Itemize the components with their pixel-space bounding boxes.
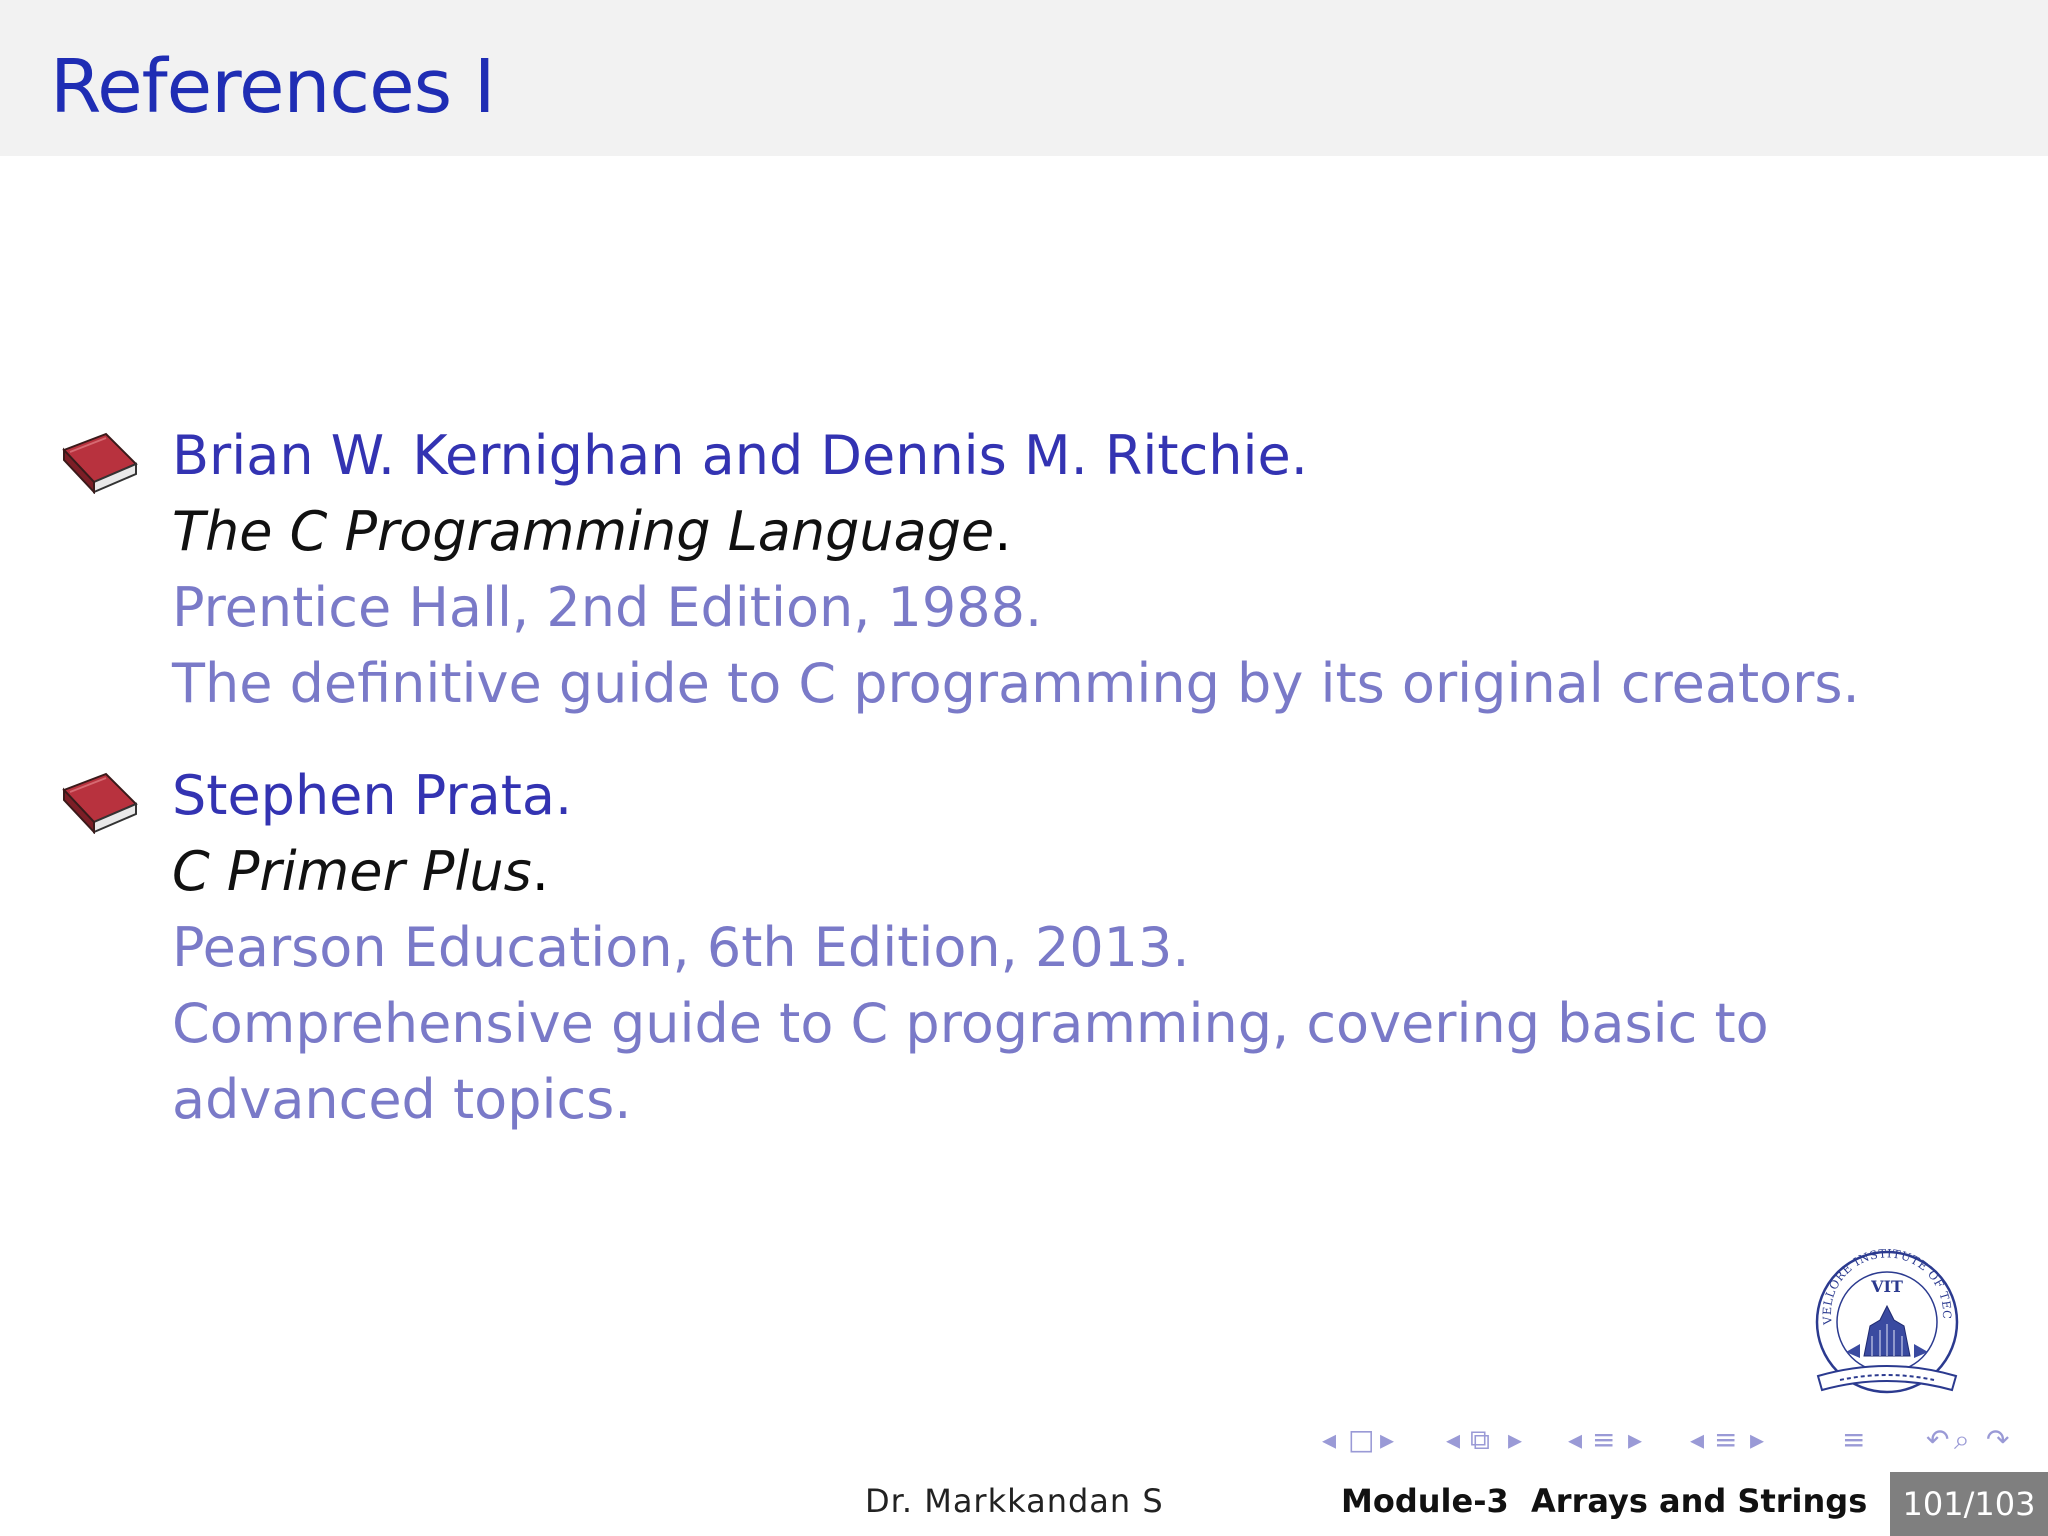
subsection-nav-icon[interactable]: ⧉ <box>1470 1422 1490 1458</box>
nav-right-arrow-icon[interactable]: ▸ <box>1750 1422 1764 1458</box>
nav-left-arrow-icon[interactable]: ◂ <box>1446 1422 1460 1458</box>
nav-right-arrow-icon[interactable]: ▸ <box>1380 1422 1394 1458</box>
forward-icon[interactable]: ↷ <box>1986 1422 2009 1458</box>
book-icon <box>62 432 138 494</box>
reference-work-title: C Primer Plus <box>172 840 532 903</box>
nav-left-arrow-icon[interactable]: ◂ <box>1690 1422 1704 1458</box>
footer-author: Dr. Markkandan S <box>865 1482 1164 1520</box>
nav-left-arrow-icon[interactable]: ◂ <box>1568 1422 1582 1458</box>
frame-title-bar: References I <box>0 0 2048 156</box>
reference-entry: Stephen Prata. C Primer Plus. Pearson Ed… <box>172 758 1992 1138</box>
appendix-nav-icon[interactable]: ≡ <box>1842 1422 1865 1458</box>
section-nav-icon[interactable]: ≡ <box>1592 1422 1615 1458</box>
footer-module: Module-3 Arrays and Strings <box>1341 1482 1867 1520</box>
reference-entry: Brian W. Kernighan and Dennis M. Ritchie… <box>172 418 1992 722</box>
reference-publisher: Pearson Education, 6th Edition, 2013. <box>172 916 1190 979</box>
footer-module-number: Module-3 <box>1341 1482 1509 1520</box>
search-icon[interactable]: ⌕ <box>1954 1422 1970 1458</box>
reference-work-suffix: . <box>994 500 1012 563</box>
reference-author: Stephen Prata. <box>172 764 573 827</box>
logo-center-text: VIT <box>1870 1277 1903 1296</box>
nav-right-arrow-icon[interactable]: ▸ <box>1508 1422 1522 1458</box>
footer-topic: Arrays and Strings <box>1531 1482 1868 1520</box>
page-number-badge: 101/103 <box>1890 1472 2048 1536</box>
page-title: References I <box>50 44 496 130</box>
book-icon <box>62 772 138 834</box>
presentation-nav-icon[interactable]: ≡ <box>1714 1422 1737 1458</box>
vit-seal-logo: VELLORE INSTITUTE OF TECHNOLOGY VIT <box>1810 1244 1959 1394</box>
reference-author: Brian W. Kernighan and Dennis M. Ritchie… <box>172 424 1308 487</box>
nav-right-arrow-icon[interactable]: ▸ <box>1628 1422 1642 1458</box>
reference-note: The definitive guide to C programming by… <box>172 652 1860 715</box>
frame-nav-icon[interactable]: □ <box>1348 1422 1374 1458</box>
nav-left-arrow-icon[interactable]: ◂ <box>1322 1422 1336 1458</box>
reference-work-line: The C Programming Language. <box>172 494 1992 570</box>
reference-work-line: C Primer Plus. <box>172 834 1992 910</box>
footer: Dr. Markkandan S Module-3 Arrays and Str… <box>0 1472 2048 1536</box>
reference-note: Comprehensive guide to C programming, co… <box>172 992 1769 1131</box>
beamer-navigation: ◂ □ ▸ ◂ ⧉ ▸ ◂ ≡ ▸ ◂ ≡ ▸ ≡ ↶ ⌕ ↷ <box>1322 1422 2038 1458</box>
reference-work-suffix: . <box>531 840 549 903</box>
back-icon[interactable]: ↶ <box>1926 1422 1949 1458</box>
reference-publisher: Prentice Hall, 2nd Edition, 1988. <box>172 576 1043 639</box>
reference-work-title: The C Programming Language <box>172 500 995 563</box>
